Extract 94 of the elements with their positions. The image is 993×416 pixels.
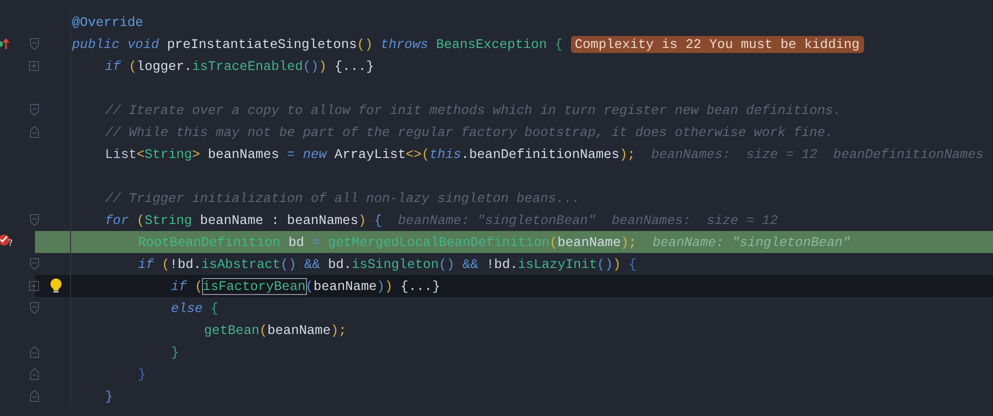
code-token: isTraceEnabled [192, 58, 303, 74]
code-token: List [105, 146, 137, 162]
code-token: bd [287, 234, 306, 250]
code-token: ) [358, 212, 366, 228]
code-token: isSingleton [352, 256, 439, 272]
code-token: beanNames [206, 146, 280, 162]
code-token: getMergedLocalBeanDefinition [326, 234, 550, 250]
code-token: ( [194, 278, 203, 294]
code-token: ( [128, 58, 137, 74]
code-token: @Override [72, 14, 144, 30]
code-token: { [373, 212, 382, 228]
complexity-badge: Complexity is 22 You must be kidding [570, 36, 864, 52]
fold-icon[interactable] [30, 258, 38, 270]
code-token: void [126, 36, 160, 52]
code-token: isFactoryBean [202, 278, 306, 294]
unfold-icon[interactable] [29, 281, 39, 291]
code-token: } [138, 366, 146, 382]
code-token: {...} [334, 58, 374, 74]
code-token: {...} [400, 278, 440, 294]
debug-value-hint: beanName: "singletonBean" [652, 234, 850, 250]
code-token: !bd. [485, 256, 518, 272]
code-token: () [280, 256, 296, 272]
code-token: isLazyInit [518, 256, 598, 272]
code-token: ) [612, 256, 621, 272]
code-token: String [144, 146, 192, 162]
breakpoint-mark: ? [8, 239, 13, 249]
code-token: BeansException [435, 36, 547, 52]
unfold-icon[interactable] [29, 61, 39, 71]
code-token: } [105, 388, 113, 404]
code-token: ); [620, 234, 637, 250]
code-token: if [138, 256, 154, 272]
code-token: !bd. [170, 256, 202, 272]
code-token: && [303, 256, 320, 272]
code-token: String [144, 212, 192, 228]
code-token: throws [380, 36, 428, 52]
code-token: ( [136, 212, 145, 228]
code-token: { [554, 36, 563, 52]
code-token: ArrayList [334, 146, 406, 162]
lightbulb-icon[interactable] [50, 278, 62, 294]
code-token: beanName [313, 278, 377, 294]
code-token: ) [376, 278, 385, 294]
code-token: new [302, 146, 327, 162]
code-token: if [171, 278, 187, 294]
code-token: ) [318, 58, 327, 74]
code-token: } [171, 344, 179, 360]
code-token: () [597, 256, 613, 272]
debug-value-hint: beanNames: size = 12 beanDefinitionNames [651, 146, 984, 162]
code-token: > [192, 146, 200, 162]
code-token: ); [330, 322, 346, 338]
code-token: if [105, 58, 121, 74]
code-token: { [628, 256, 637, 272]
code-token: preInstantiateSingletons [166, 36, 357, 52]
breakpoint-icon[interactable] [0, 234, 10, 246]
fold-icon[interactable] [30, 38, 38, 50]
code-token: () [438, 256, 455, 272]
code-token: () [356, 36, 373, 52]
override-icon[interactable] [0, 38, 9, 50]
code-token: this [430, 146, 462, 162]
fold-icon[interactable] [30, 302, 38, 314]
fold-icon[interactable] [30, 214, 38, 226]
fold-icon[interactable] [30, 346, 38, 358]
code-token: beanName [557, 234, 621, 250]
code-token: ( [306, 278, 314, 294]
code-token: ); [619, 146, 636, 162]
code-token: <>( [406, 146, 430, 162]
code-token: beanName [267, 322, 331, 338]
code-token: bd. [326, 256, 352, 272]
fold-icon[interactable] [30, 368, 38, 380]
code-comment: // Iterate over a copy to allow for init methods which in turn register new bean definitions. [105, 102, 841, 118]
code-token: .beanDefinitionNames [461, 146, 620, 162]
code-token: for [105, 212, 129, 228]
debug-value-hint: beanName: "singletonBean" beanNames: size = 12 [398, 212, 778, 228]
fold-icon[interactable] [30, 126, 38, 138]
code-token: beanName : beanNames [198, 212, 358, 228]
fold-icon[interactable] [30, 104, 38, 116]
code-token: < [136, 146, 145, 162]
code-token: = [312, 234, 320, 250]
code-token: else [171, 300, 203, 316]
code-token: ( [550, 234, 558, 250]
code-token: () [302, 58, 319, 74]
code-token: ( [160, 256, 170, 272]
code-token: = [287, 146, 295, 162]
fold-icon[interactable] [30, 390, 38, 402]
code-token: public [72, 36, 120, 52]
code-token: getBean [204, 322, 260, 338]
code-token: RootBeanDefinition [138, 234, 280, 250]
code-token: && [461, 256, 478, 272]
code-comment: // While this may not be part of the regular factory bootstrap, it does otherwise work fine. [105, 124, 834, 140]
code-token: ) [384, 278, 393, 294]
code-token: isAbstract [201, 256, 280, 272]
code-comment: // Trigger initialization of all non-lazy singleton beans... [105, 190, 580, 206]
code-token: ( [259, 322, 268, 338]
code-token: { [210, 300, 218, 316]
code-token: logger. [136, 58, 192, 74]
